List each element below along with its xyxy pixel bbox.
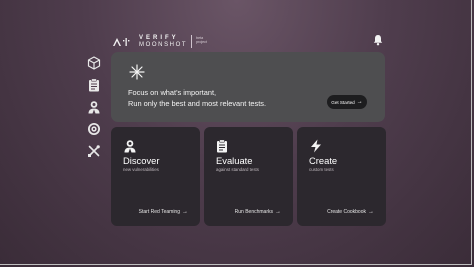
evaluate-card[interactable]: Evaluate against standard tests Run Benc… [204,127,293,226]
get-started-button[interactable]: Get Started → [327,95,367,109]
beta-tag: beta project [196,36,207,45]
hero-banner: Focus on what's important, Run only the … [111,52,385,122]
get-started-label: Get Started [331,99,355,105]
sidebar [86,56,104,158]
arrow-right-icon: → [275,209,281,215]
red-team-icon[interactable] [86,100,102,114]
brand-top: VERIFY [139,34,179,41]
card-title: Discover [123,155,160,166]
card-subtitle: custom tests [309,167,334,172]
brand-wordmark: VERIFY MOONSHOT [139,35,187,48]
sparkle-icon [129,64,145,80]
tools-icon[interactable] [86,144,102,158]
red-team-icon [123,139,137,153]
brand-bottom: MOONSHOT [139,41,188,48]
beta-line2: project [196,40,207,44]
arrow-right-icon: → [182,209,188,215]
target-icon[interactable] [86,122,102,136]
arrow-right-icon: → [368,209,374,215]
start-red-teaming-link[interactable]: Start Red Teaming → [139,209,188,215]
clipboard-icon[interactable] [86,78,102,92]
cube-icon[interactable] [86,56,102,70]
create-cookbook-link[interactable]: Create Cookbook → [327,209,374,215]
card-title: Create [309,155,338,166]
clipboard-icon [216,139,230,153]
card-subtitle: against standard tests [216,167,259,172]
card-link-label: Create Cookbook [327,209,366,215]
lightning-icon [309,139,323,153]
banner-subline: Run only the best and most relevant test… [128,99,267,108]
discover-card[interactable]: Discover new vulnerabilities Start Red T… [111,127,200,226]
create-card[interactable]: Create custom tests Create Cookbook → [297,127,386,226]
card-link-label: Run Benchmarks [234,209,273,215]
card-subtitle: new vulnerabilities [123,167,159,172]
bell-icon[interactable] [372,33,384,46]
logo-mark-icon [113,36,135,46]
brand-logo[interactable]: VERIFY MOONSHOT beta project [113,34,207,48]
run-benchmarks-link[interactable]: Run Benchmarks → [235,209,281,215]
brand-divider [191,34,193,48]
card-link-label: Start Red Teaming [138,209,180,215]
banner-headline: Focus on what's important, [128,88,217,97]
arrow-right-icon: → [356,99,363,105]
card-title: Evaluate [216,155,253,166]
